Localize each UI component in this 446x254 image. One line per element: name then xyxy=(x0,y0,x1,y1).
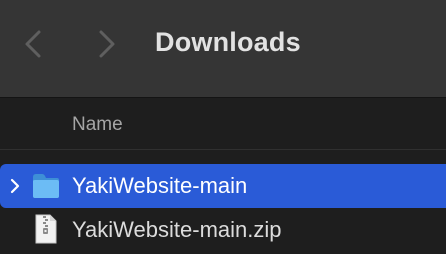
zip-file-icon xyxy=(34,213,58,245)
file-list: Name YakiWebsite-main YakiWebsite-main.z… xyxy=(0,98,446,254)
chevron-right-icon xyxy=(99,30,115,58)
back-button[interactable] xyxy=(19,26,49,62)
name-column-header[interactable]: Name xyxy=(72,114,123,136)
window-title: Downloads xyxy=(155,27,301,57)
disclosure-triangle[interactable] xyxy=(7,177,23,195)
folder-icon xyxy=(31,172,61,200)
finder-window: Downloads Name YakiWebsite-main YakiWebs… xyxy=(0,0,446,254)
list-item-folder[interactable]: YakiWebsite-main xyxy=(0,164,446,208)
file-name: YakiWebsite-main xyxy=(72,173,248,198)
chevron-left-icon xyxy=(25,30,41,58)
chevron-right-icon xyxy=(10,178,20,194)
toolbar: Downloads xyxy=(0,0,446,98)
list-item-zip[interactable]: YakiWebsite-main.zip xyxy=(0,208,446,252)
forward-button[interactable] xyxy=(91,26,121,62)
file-name: YakiWebsite-main.zip xyxy=(72,217,282,242)
column-header: Name xyxy=(0,98,446,150)
